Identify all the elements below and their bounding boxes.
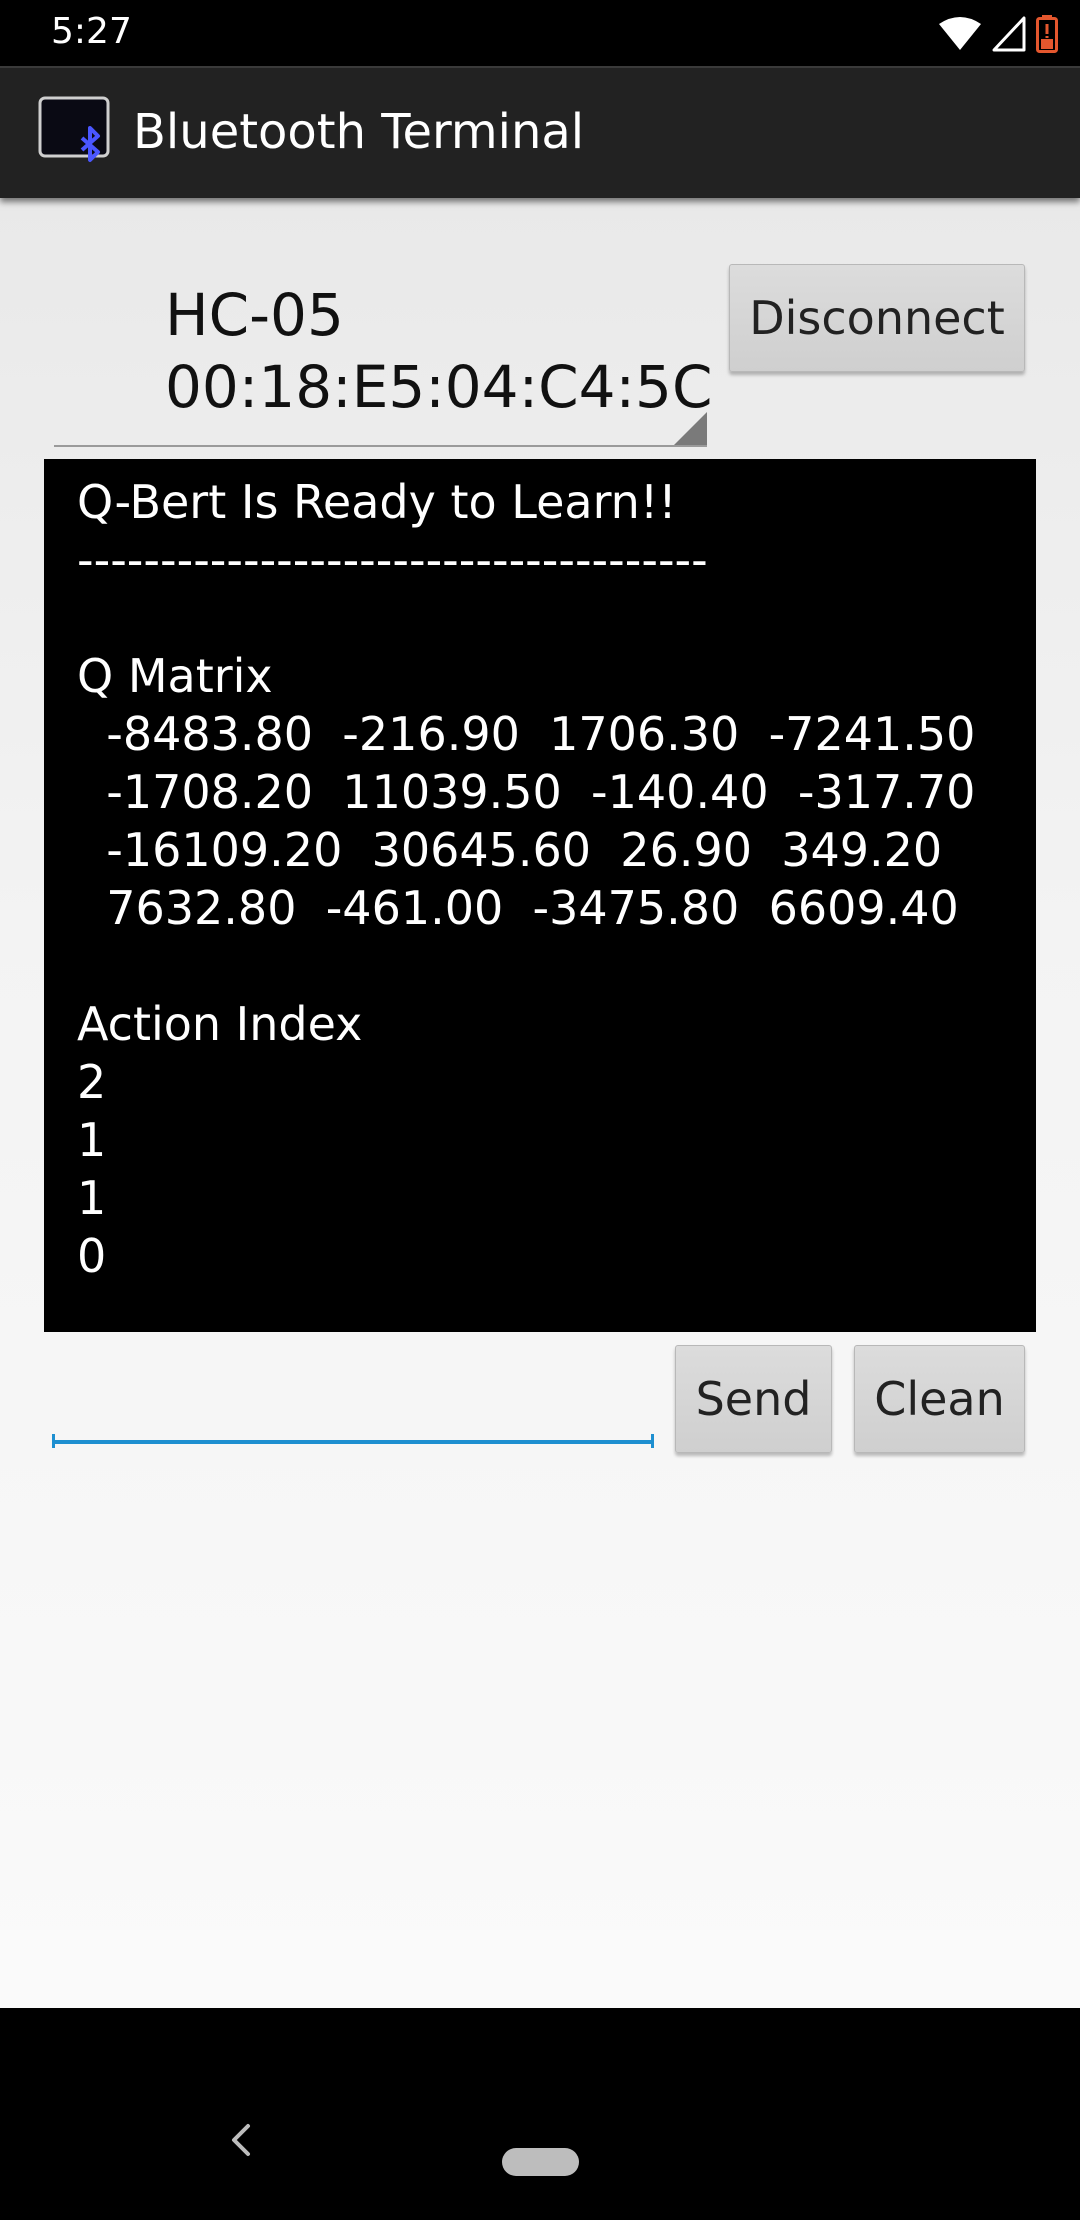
cell-signal-icon [992, 16, 1026, 52]
home-pill-icon[interactable] [502, 2148, 579, 2176]
send-button[interactable]: Send [675, 1345, 832, 1453]
clean-button[interactable]: Clean [854, 1345, 1025, 1453]
app-bar: Bluetooth Terminal [0, 66, 1080, 198]
terminal-output: Q-Bert Is Ready to Learn!! -------------… [44, 459, 1036, 1332]
disconnect-button[interactable]: Disconnect [729, 264, 1025, 372]
wifi-icon [939, 17, 981, 50]
bluetooth-terminal-logo [38, 94, 114, 170]
navigation-bar [0, 2008, 1080, 2220]
app-screen: 5:27 Bluetooth Terminal HC-05 00:18:E5:0… [0, 0, 1080, 2220]
message-input[interactable] [52, 1348, 654, 1444]
device-mac-address: 00:18:E5:04:C4:5C [165, 353, 713, 421]
main-content: HC-05 00:18:E5:04:C4:5C Disconnect Q-Ber… [0, 198, 1080, 2008]
app-title: Bluetooth Terminal [133, 104, 585, 160]
back-icon[interactable] [222, 2120, 262, 2160]
status-bar: 5:27 [0, 0, 1080, 66]
spinner-underline [54, 445, 707, 447]
status-icons [938, 12, 1058, 56]
device-spinner[interactable]: HC-05 00:18:E5:04:C4:5C [0, 198, 712, 448]
device-name: HC-05 [165, 281, 344, 349]
status-time: 5:27 [51, 11, 132, 52]
terminal-text: Q-Bert Is Ready to Learn!! -------------… [77, 475, 976, 1283]
dropdown-arrow-icon [674, 412, 707, 445]
input-left-tick [52, 1434, 55, 1448]
battery-low-icon [1036, 15, 1058, 53]
bluetooth-terminal-logo-icon [38, 96, 110, 162]
input-right-tick [651, 1434, 654, 1448]
